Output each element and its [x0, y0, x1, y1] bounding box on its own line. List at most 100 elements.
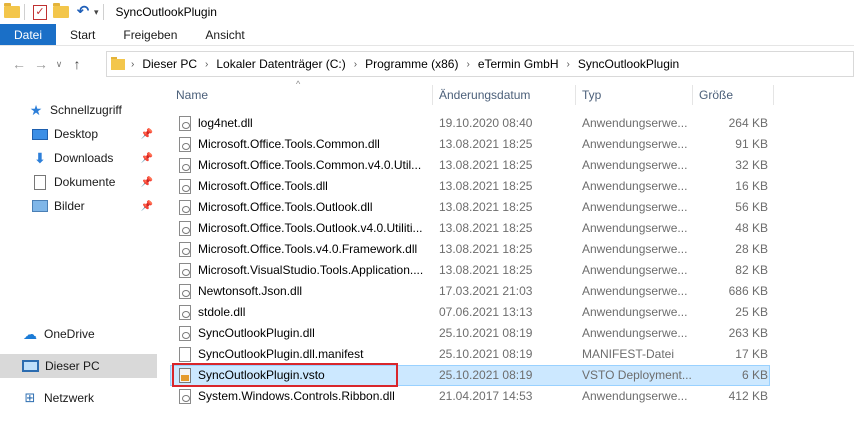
- file-type: Anwendungserwe...: [582, 305, 688, 319]
- nav-item-downloads[interactable]: ⬇ Downloads 📌: [0, 146, 157, 170]
- back-arrow-icon[interactable]: ←: [8, 56, 30, 72]
- tab-file[interactable]: Datei: [0, 24, 57, 45]
- file-row[interactable]: Microsoft.Office.Tools.Outlook.dll 13.08…: [170, 197, 770, 218]
- column-header-row: ^ Name Änderungsdatum Typ Größe: [170, 79, 854, 109]
- file-size: 56 KB: [735, 200, 768, 214]
- tab-view[interactable]: Ansicht: [191, 24, 258, 45]
- breadcrumb-local-disk[interactable]: Lokaler Datenträger (C:): [216, 57, 345, 71]
- file-date: 13.08.2021 18:25: [439, 179, 533, 193]
- file-name: Microsoft.VisualStudio.Tools.Application…: [198, 263, 424, 277]
- highlight-annotation-box: [172, 363, 398, 387]
- file-type: Anwendungserwe...: [582, 284, 688, 298]
- file-date: 21.04.2017 14:53: [439, 389, 533, 403]
- file-row[interactable]: Microsoft.Office.Tools.Common.dll 13.08.…: [170, 134, 770, 155]
- file-size: 412 KB: [728, 389, 768, 403]
- title-separator: [102, 4, 104, 20]
- file-name: Microsoft.Office.Tools.Outlook.dll: [198, 200, 373, 214]
- nav-item-documents[interactable]: Dokumente 📌: [0, 170, 157, 194]
- new-folder-icon[interactable]: [53, 3, 69, 20]
- nav-item-quick-access[interactable]: ★ Schnellzugriff: [0, 98, 157, 122]
- file-row[interactable]: System.Windows.Controls.Ribbon.dll 21.04…: [170, 386, 770, 407]
- pin-icon: 📌: [140, 200, 153, 212]
- nav-item-pictures[interactable]: Bilder 📌: [0, 194, 157, 218]
- up-arrow-icon[interactable]: ↑: [66, 56, 88, 72]
- file-type: Anwendungserwe...: [582, 137, 688, 151]
- nav-item-label: Schnellzugriff: [50, 103, 122, 117]
- nav-item-onedrive[interactable]: ☁ OneDrive: [0, 322, 157, 346]
- file-type: MANIFEST-Datei: [582, 347, 675, 361]
- file-row[interactable]: Microsoft.Office.Tools.Common.v4.0.Util.…: [170, 155, 770, 176]
- file-row[interactable]: Newtonsoft.Json.dll 17.03.2021 21:03 Anw…: [170, 281, 770, 302]
- nav-item-this-pc[interactable]: Dieser PC: [0, 354, 157, 378]
- column-header-name[interactable]: Name: [170, 81, 432, 109]
- tab-start[interactable]: Start: [56, 24, 109, 45]
- file-type: Anwendungserwe...: [582, 221, 688, 235]
- file-date: 13.08.2021 18:25: [439, 158, 533, 172]
- file-type: Anwendungserwe...: [582, 200, 688, 214]
- nav-item-label: OneDrive: [44, 327, 95, 341]
- folder-icon[interactable]: [4, 3, 20, 20]
- file-row[interactable]: stdole.dll 07.06.2021 13:13 Anwendungser…: [170, 302, 770, 323]
- chevron-right-icon[interactable]: ›: [205, 59, 208, 70]
- customize-quick-access-chevron-icon[interactable]: ▾: [94, 7, 99, 18]
- file-row[interactable]: Microsoft.Office.Tools.dll 13.08.2021 18…: [170, 176, 770, 197]
- file-name: stdole.dll: [198, 305, 246, 319]
- nav-item-network[interactable]: ⊞ Netzwerk: [0, 386, 157, 410]
- chevron-right-icon[interactable]: ›: [466, 59, 469, 70]
- file-type: Anwendungserwe...: [582, 158, 688, 172]
- file-name: Microsoft.Office.Tools.Outlook.v4.0.Util…: [198, 221, 423, 235]
- nav-item-label: Dieser PC: [45, 359, 100, 373]
- column-header-type[interactable]: Typ: [576, 81, 692, 109]
- undo-icon[interactable]: ↶: [75, 4, 91, 20]
- file-type: VSTO Deployment...: [582, 368, 692, 382]
- recent-locations-chevron-icon[interactable]: ∨: [52, 59, 66, 70]
- file-list: ^ Name Änderungsdatum Typ Größe log4net.…: [170, 79, 854, 443]
- chevron-right-icon[interactable]: ›: [354, 59, 357, 70]
- nav-item-label: Bilder: [54, 199, 85, 213]
- file-row[interactable]: SyncOutlookPlugin.dll.manifest 25.10.202…: [170, 344, 770, 365]
- file-date: 17.03.2021 21:03: [439, 284, 533, 298]
- file-name: Microsoft.Office.Tools.Common.dll: [198, 137, 380, 151]
- file-row[interactable]: SyncOutlookPlugin.dll 25.10.2021 08:19 A…: [170, 323, 770, 344]
- nav-item-label: Desktop: [54, 127, 99, 141]
- dll-file-icon: [179, 305, 191, 320]
- breadcrumb-program-files[interactable]: Programme (x86): [365, 57, 458, 71]
- dll-file-icon: [179, 263, 191, 278]
- pin-icon: 📌: [140, 128, 153, 140]
- forward-arrow-icon[interactable]: →: [30, 56, 52, 72]
- file-row[interactable]: Microsoft.VisualStudio.Tools.Application…: [170, 260, 770, 281]
- window-title: SyncOutlookPlugin: [115, 5, 217, 19]
- file-size: 32 KB: [735, 158, 768, 172]
- chevron-right-icon[interactable]: ›: [567, 59, 570, 70]
- breadcrumb-this-pc[interactable]: Dieser PC: [142, 57, 197, 71]
- file-date: 25.10.2021 08:19: [439, 368, 533, 382]
- address-bar[interactable]: › Dieser PC › Lokaler Datenträger (C:) ›…: [106, 51, 854, 77]
- file-name: System.Windows.Controls.Ribbon.dll: [198, 389, 395, 403]
- title-bar: ✓ ↶ ▾ SyncOutlookPlugin: [0, 0, 854, 24]
- breadcrumb-syncoutlookplugin[interactable]: SyncOutlookPlugin: [578, 57, 679, 71]
- tab-share[interactable]: Freigeben: [109, 24, 191, 45]
- file-size: 263 KB: [728, 326, 768, 340]
- column-divider[interactable]: [773, 85, 774, 105]
- file-row[interactable]: Microsoft.Office.Tools.Outlook.v4.0.Util…: [170, 218, 770, 239]
- column-header-size[interactable]: Größe: [693, 81, 773, 109]
- file-date: 13.08.2021 18:25: [439, 137, 533, 151]
- network-icon: ⊞: [24, 390, 36, 405]
- star-icon: ★: [29, 102, 43, 118]
- chevron-right-icon[interactable]: ›: [131, 59, 134, 70]
- file-name: Microsoft.Office.Tools.dll: [198, 179, 328, 193]
- file-row[interactable]: log4net.dll 19.10.2020 08:40 Anwendungse…: [170, 113, 770, 134]
- nav-item-desktop[interactable]: Desktop 📌: [0, 122, 157, 146]
- file-size: 48 KB: [735, 221, 768, 235]
- properties-icon[interactable]: ✓: [33, 4, 47, 20]
- dll-file-icon: [179, 389, 191, 404]
- dll-file-icon: [179, 242, 191, 257]
- file-row[interactable]: Microsoft.Office.Tools.v4.0.Framework.dl…: [170, 239, 770, 260]
- file-date: 25.10.2021 08:19: [439, 326, 533, 340]
- breadcrumb-etermin[interactable]: eTermin GmbH: [478, 57, 559, 71]
- dll-file-icon: [179, 179, 191, 194]
- file-type: Anwendungserwe...: [582, 326, 688, 340]
- download-icon: ⬇: [34, 150, 46, 166]
- dll-file-icon: [179, 200, 191, 215]
- column-header-date[interactable]: Änderungsdatum: [433, 81, 575, 109]
